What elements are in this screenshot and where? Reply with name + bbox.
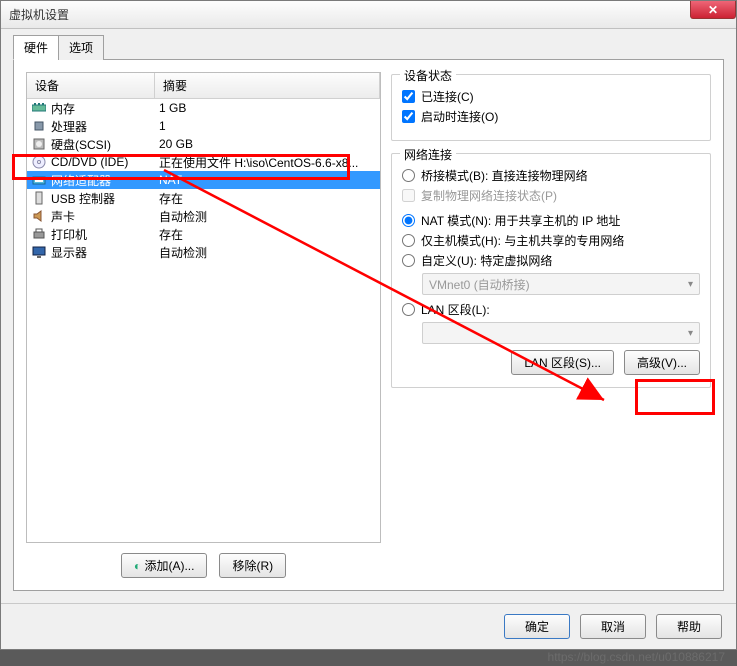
hardware-row-cd[interactable]: CD/DVD (IDE)正在使用文件 H:\iso\CentOS-6.6-x8.…	[27, 153, 380, 171]
replicate-label: 复制物理网络连接状态(P)	[421, 187, 557, 204]
hardware-row-memory[interactable]: 内存1 GB	[27, 99, 380, 117]
lan-select: ▾	[422, 322, 700, 344]
nat-radio-row[interactable]: NAT 模式(N): 用于共享主机的 IP 地址	[402, 212, 700, 229]
row-summary: 20 GB	[159, 137, 376, 151]
row-summary: 1 GB	[159, 101, 376, 115]
remove-button[interactable]: 移除(R)	[219, 553, 286, 578]
nat-label: NAT 模式(N): 用于共享主机的 IP 地址	[421, 212, 620, 229]
usb-icon	[31, 190, 47, 206]
hardware-right: 设备状态 已连接(C) 启动时连接(O) 网络连接 桥接模式(B): 直接连接物	[391, 72, 711, 578]
cd-icon	[31, 154, 47, 170]
row-device: 内存	[51, 100, 159, 117]
tab-hardware[interactable]: 硬件	[13, 35, 59, 60]
row-summary: 正在使用文件 H:\iso\CentOS-6.6-x8...	[159, 154, 376, 171]
window-title: 虚拟机设置	[9, 6, 69, 23]
row-summary: 1	[159, 119, 376, 133]
row-device: 声卡	[51, 208, 159, 225]
settings-dialog: 虚拟机设置 ✕ 硬件 选项 设备 摘要 内存1 GB处理器1硬盘(SCSI)20…	[0, 0, 737, 650]
cancel-button[interactable]: 取消	[580, 614, 646, 639]
connected-label: 已连接(C)	[421, 88, 474, 105]
replicate-row: 复制物理网络连接状态(P)	[402, 187, 700, 204]
advanced-button[interactable]: 高级(V)...	[624, 350, 700, 375]
chevron-down-icon: ▾	[688, 328, 693, 339]
hardware-left: 设备 摘要 内存1 GB处理器1硬盘(SCSI)20 GBCD/DVD (IDE…	[26, 72, 381, 578]
row-device: 处理器	[51, 118, 159, 135]
lan-label: LAN 区段(L):	[421, 301, 490, 318]
display-icon	[31, 244, 47, 260]
row-summary: 存在	[159, 226, 376, 243]
row-summary: 存在	[159, 190, 376, 207]
hardware-row-display[interactable]: 显示器自动检测	[27, 243, 380, 261]
network-buttons: LAN 区段(S)... 高级(V)...	[402, 350, 700, 375]
custom-select: VMnet0 (自动桥接) ▾	[422, 273, 700, 295]
chevron-down-icon: ▾	[688, 279, 693, 290]
lan-radio-row[interactable]: LAN 区段(L):	[402, 301, 700, 318]
header-device: 设备	[27, 73, 155, 98]
hardware-row-printer[interactable]: 打印机存在	[27, 225, 380, 243]
shield-icon: ◐	[134, 559, 141, 573]
hostonly-label: 仅主机模式(H): 与主机共享的专用网络	[421, 232, 624, 249]
hardware-row-usb[interactable]: USB 控制器存在	[27, 189, 380, 207]
printer-icon	[31, 226, 47, 242]
poweron-checkbox[interactable]	[402, 110, 415, 123]
row-device: 打印机	[51, 226, 159, 243]
ok-button[interactable]: 确定	[504, 614, 570, 639]
lan-radio[interactable]	[402, 303, 415, 316]
hostonly-radio[interactable]	[402, 234, 415, 247]
network-group: 网络连接 桥接模式(B): 直接连接物理网络 复制物理网络连接状态(P) NAT…	[391, 153, 711, 388]
header-summary: 摘要	[155, 73, 380, 98]
memory-icon	[31, 100, 47, 116]
hardware-row-disk[interactable]: 硬盘(SCSI)20 GB	[27, 135, 380, 153]
hardware-rows: 内存1 GB处理器1硬盘(SCSI)20 GBCD/DVD (IDE)正在使用文…	[27, 99, 380, 542]
hardware-panel: 设备 摘要 内存1 GB处理器1硬盘(SCSI)20 GBCD/DVD (IDE…	[13, 59, 724, 591]
poweron-checkbox-row[interactable]: 启动时连接(O)	[402, 108, 700, 125]
hardware-row-cpu[interactable]: 处理器1	[27, 117, 380, 135]
row-device: 显示器	[51, 244, 159, 261]
hardware-buttons: ◐ 添加(A)... 移除(R)	[26, 553, 381, 578]
help-button[interactable]: 帮助	[656, 614, 722, 639]
dialog-body: 硬件 选项 设备 摘要 内存1 GB处理器1硬盘(SCSI)20 GBCD/DV…	[1, 29, 736, 603]
row-device: CD/DVD (IDE)	[51, 155, 159, 169]
poweron-label: 启动时连接(O)	[421, 108, 498, 125]
net-icon	[31, 172, 47, 188]
tab-options[interactable]: 选项	[58, 35, 104, 60]
add-label: 添加(A)...	[144, 559, 194, 573]
row-device: USB 控制器	[51, 190, 159, 207]
custom-radio-row[interactable]: 自定义(U): 特定虚拟网络	[402, 252, 700, 269]
dialog-button-row: 确定 取消 帮助	[1, 603, 736, 649]
hardware-header: 设备 摘要	[27, 73, 380, 99]
device-status-group: 设备状态 已连接(C) 启动时连接(O)	[391, 74, 711, 141]
close-icon: ✕	[708, 3, 718, 17]
row-device: 网络适配器	[51, 172, 159, 189]
hardware-list: 设备 摘要 内存1 GB处理器1硬盘(SCSI)20 GBCD/DVD (IDE…	[26, 72, 381, 543]
add-button[interactable]: ◐ 添加(A)...	[121, 553, 208, 578]
close-button[interactable]: ✕	[690, 1, 736, 19]
hostonly-radio-row[interactable]: 仅主机模式(H): 与主机共享的专用网络	[402, 232, 700, 249]
nat-radio[interactable]	[402, 214, 415, 227]
disk-icon	[31, 136, 47, 152]
bridged-radio-row[interactable]: 桥接模式(B): 直接连接物理网络	[402, 167, 700, 184]
bridged-label: 桥接模式(B): 直接连接物理网络	[421, 167, 588, 184]
replicate-checkbox	[402, 189, 415, 202]
row-device: 硬盘(SCSI)	[51, 136, 159, 153]
connected-checkbox-row[interactable]: 已连接(C)	[402, 88, 700, 105]
device-status-title: 设备状态	[400, 67, 456, 84]
custom-radio[interactable]	[402, 254, 415, 267]
custom-select-value: VMnet0 (自动桥接)	[429, 276, 530, 293]
network-title: 网络连接	[400, 146, 456, 163]
lan-segments-button[interactable]: LAN 区段(S)...	[511, 350, 614, 375]
custom-label: 自定义(U): 特定虚拟网络	[421, 252, 552, 269]
sound-icon	[31, 208, 47, 224]
row-summary: 自动检测	[159, 244, 376, 261]
row-summary: NAT	[159, 173, 376, 187]
row-summary: 自动检测	[159, 208, 376, 225]
titlebar: 虚拟机设置 ✕	[1, 1, 736, 29]
tab-row: 硬件 选项	[13, 35, 724, 60]
hardware-row-sound[interactable]: 声卡自动检测	[27, 207, 380, 225]
cpu-icon	[31, 118, 47, 134]
watermark: https://blog.csdn.net/u010886217	[548, 650, 725, 664]
hardware-row-net[interactable]: 网络适配器NAT	[27, 171, 380, 189]
connected-checkbox[interactable]	[402, 90, 415, 103]
bridged-radio[interactable]	[402, 169, 415, 182]
